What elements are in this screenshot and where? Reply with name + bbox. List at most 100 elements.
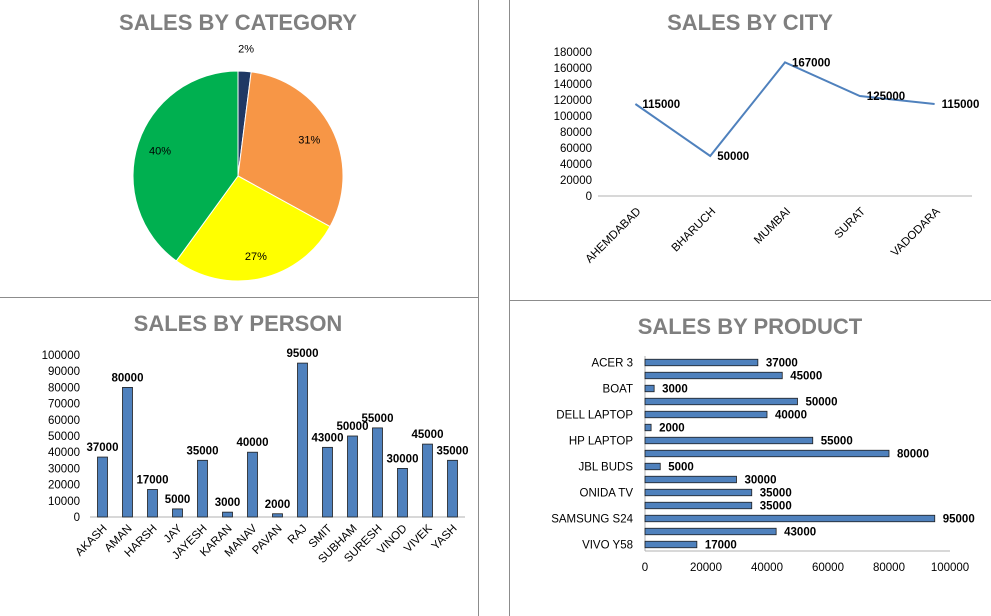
person-y-tick-label: 50000 [48, 431, 80, 443]
person-bar [197, 459, 208, 518]
product-bar [644, 449, 890, 458]
city-data-label: 167000 [792, 57, 830, 69]
person-y-tick-label: 90000 [48, 366, 80, 378]
city-data-label: 50000 [717, 151, 749, 163]
city-y-tick-label: 60000 [560, 143, 592, 155]
pie-slice-label: 27% [245, 251, 267, 263]
person-bar [147, 489, 158, 518]
person-x-tick-label: AKASH [74, 523, 110, 559]
product-data-label: 35000 [760, 488, 792, 500]
product-chart-title: SALES BY PRODUCT [638, 314, 863, 339]
product-bar [644, 462, 661, 471]
product-bar [644, 540, 698, 549]
product-y-tick-label: DELL LAPTOP [556, 410, 633, 422]
product-bar [644, 384, 655, 393]
product-data-label: 43000 [784, 527, 816, 539]
product-data-label: 37000 [766, 358, 798, 370]
product-bar [644, 488, 753, 497]
divider-vertical-left [478, 0, 479, 616]
product-x-tick-label: 20000 [690, 562, 722, 574]
person-data-label: 35000 [437, 445, 469, 457]
person-bar [247, 451, 258, 518]
product-data-label: 5000 [668, 462, 694, 474]
product-bar [644, 514, 936, 523]
person-data-label: 2000 [265, 499, 291, 511]
person-data-label: 35000 [187, 445, 219, 457]
product-x-tick-label: 0 [642, 562, 648, 574]
product-y-tick-label: ACER 3 [591, 358, 633, 370]
person-data-label: 30000 [387, 453, 419, 465]
person-bar [222, 511, 233, 518]
city-y-tick-label: 40000 [560, 159, 592, 171]
city-x-tick-label: SURAT [832, 206, 867, 241]
person-data-label: 37000 [87, 442, 119, 454]
person-x-tick-label: VIVEK [402, 522, 435, 555]
city-data-label: 115000 [642, 99, 680, 111]
category-pie-chart: SALES BY CATEGORY 2% 31% 27% 40% [119, 10, 357, 282]
person-data-label: 5000 [165, 494, 191, 506]
person-bar [272, 513, 283, 518]
person-y-tick-label: 40000 [48, 447, 80, 459]
person-y-tick-label: 0 [74, 512, 80, 524]
person-data-label: 17000 [137, 474, 169, 486]
person-data-label: 45000 [412, 429, 444, 441]
product-x-tick-label: 100000 [931, 562, 969, 574]
person-bar [97, 456, 108, 518]
product-bar [644, 475, 737, 484]
product-y-tick-label: VIVO Y58 [582, 540, 633, 552]
person-bar [347, 435, 358, 518]
product-y-tick-label: JBL BUDS [578, 462, 633, 474]
person-bar [322, 446, 333, 518]
person-chart-panel: SALES BY PERSON 0 10000 20000 30000 40000 500… [0, 298, 478, 616]
product-y-tick-label: HP LAPTOP [569, 436, 633, 448]
product-y-tick-label: SAMSUNG S24 [551, 514, 633, 526]
city-x-tick-label: BHARUCH [670, 206, 719, 255]
city-data-label: 115000 [942, 99, 980, 111]
product-x-tick-label: 80000 [873, 562, 905, 574]
product-data-label: 45000 [790, 371, 822, 383]
person-x-tick-label: RAJ [286, 523, 310, 547]
person-x-tick-label: YASH [430, 523, 460, 553]
pie-slice-label: 31% [298, 135, 320, 147]
city-x-tick-label: AHEMDABAD [584, 206, 644, 266]
person-bar [172, 508, 183, 518]
product-bar-chart: SALES BY PRODUCT 0 20000 40000 60000 80000 10… [551, 314, 975, 574]
person-y-tick-label: 30000 [48, 463, 80, 475]
product-data-label: 35000 [760, 501, 792, 513]
product-data-label: 40000 [775, 410, 807, 422]
product-y-tick-label: BOAT [603, 384, 633, 396]
person-chart-title: SALES BY PERSON [134, 311, 343, 336]
product-data-label: 30000 [745, 475, 777, 487]
category-chart-panel: SALES BY CATEGORY 2% 31% 27% 40% [0, 0, 478, 297]
city-y-tick-label: 80000 [560, 127, 592, 139]
product-data-label: 17000 [705, 540, 737, 552]
product-x-tick-label: 40000 [751, 562, 783, 574]
city-y-tick-label: 180000 [554, 47, 592, 59]
product-bar [644, 371, 783, 380]
city-y-tick-label: 120000 [554, 95, 592, 107]
pie-slice-label: 2% [238, 43, 254, 55]
person-y-tick-label: 20000 [48, 480, 80, 492]
person-bar [422, 443, 433, 518]
product-bar [644, 397, 798, 406]
product-data-label: 2000 [659, 423, 685, 435]
product-data-label: 80000 [897, 449, 929, 461]
product-data-label: 95000 [943, 514, 975, 526]
city-y-tick-label: 0 [586, 191, 592, 203]
city-data-label: 125000 [867, 91, 905, 103]
product-data-label: 50000 [806, 397, 838, 409]
person-bar [122, 387, 133, 518]
product-bar [644, 410, 768, 419]
product-chart-panel: SALES BY PRODUCT 0 20000 40000 60000 80000 10… [510, 301, 991, 616]
person-bar [372, 427, 383, 518]
city-series-line [634, 61, 935, 158]
person-y-tick-label: 100000 [42, 350, 80, 362]
person-y-tick-label: 80000 [48, 382, 80, 394]
city-y-tick-label: 140000 [554, 79, 592, 91]
person-y-tick-label: 10000 [48, 496, 80, 508]
product-data-label: 3000 [662, 384, 688, 396]
person-bar [447, 459, 458, 518]
city-chart-panel: SALES BY CITY 0 20000 40000 60000 80000 10000… [510, 0, 991, 300]
product-y-tick-label: ONIDA TV [580, 488, 634, 500]
person-data-label: 43000 [312, 432, 344, 444]
